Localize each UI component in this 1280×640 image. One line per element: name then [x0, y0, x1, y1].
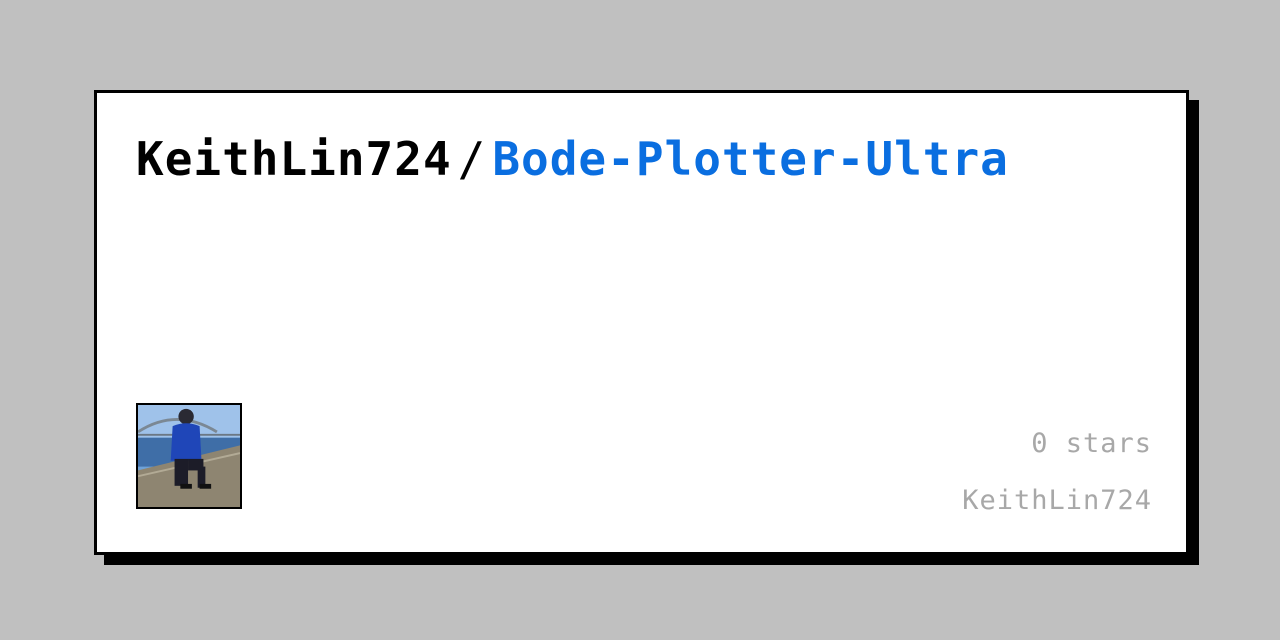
- avatar[interactable]: [136, 403, 242, 509]
- stars-count: 0 stars: [1031, 428, 1152, 459]
- title-separator: /: [457, 132, 487, 186]
- owner-link[interactable]: KeithLin724: [136, 132, 452, 186]
- footer-username: KeithLin724: [962, 485, 1152, 516]
- repo-link[interactable]: Bode-Plotter-Ultra: [492, 132, 1009, 186]
- repo-card: KeithLin724/Bode-Plotter-Ultra 0 stars K…: [94, 90, 1189, 555]
- avatar-photo-icon: [138, 405, 240, 507]
- repo-title: KeithLin724/Bode-Plotter-Ultra: [136, 131, 1009, 187]
